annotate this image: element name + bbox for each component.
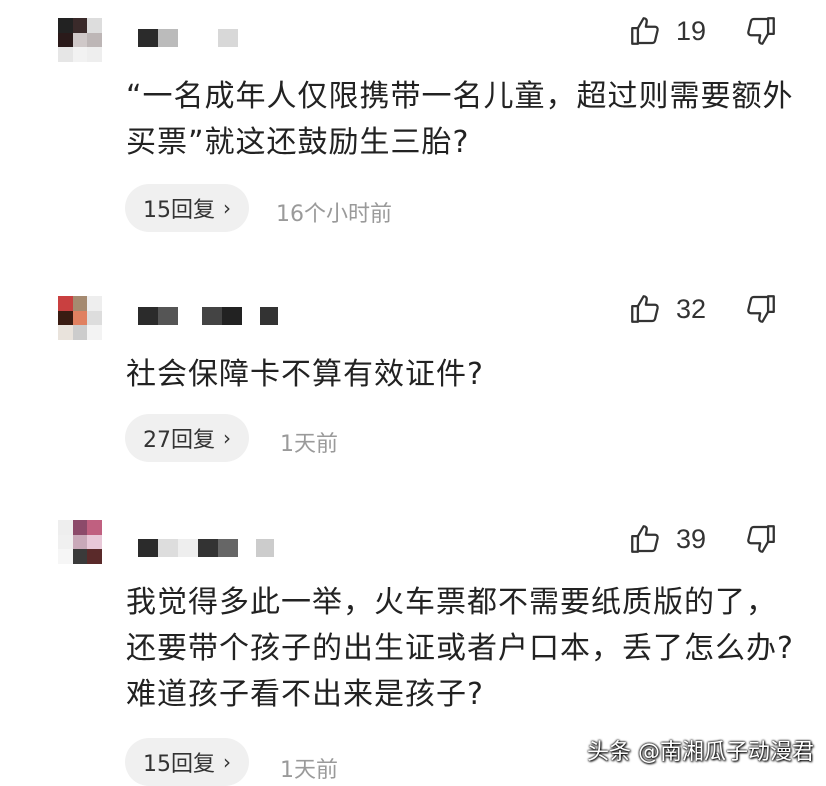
avatar[interactable] (58, 296, 102, 340)
like-count: 32 (675, 293, 706, 324)
chevron-right-icon: › (223, 750, 231, 774)
thumbs-up-icon (631, 295, 659, 323)
thumbs-down-icon (747, 17, 775, 45)
comment-time: 1天前 (280, 432, 338, 457)
thumbs-down-icon (747, 525, 775, 553)
thumbs-up-icon (631, 17, 659, 45)
username-redacted[interactable] (138, 528, 274, 568)
watermark: 头条 @南湘瓜子动漫君 (587, 740, 814, 765)
thumbs-down-icon (747, 295, 775, 323)
like-button[interactable]: 39 (628, 522, 706, 556)
chevron-right-icon: › (223, 196, 231, 220)
like-count: 19 (675, 15, 706, 46)
chevron-right-icon: › (223, 426, 231, 450)
avatar[interactable] (58, 18, 102, 62)
dislike-button[interactable] (744, 292, 778, 330)
reply-count: 15回复 (143, 752, 215, 777)
username-redacted[interactable] (138, 18, 238, 58)
comment-text: 我觉得多此一举，火车票都不需要纸质版的了，还要带个孩子的出生证或者户口本，丢了怎… (126, 585, 794, 712)
comment-text: “一名成年人仅限携带一名儿童，超过则需要额外买票”就这还鼓励生三胎? (126, 79, 794, 160)
reply-count: 27回复 (143, 428, 215, 453)
reply-button[interactable]: 27回复 › (125, 414, 249, 462)
like-button[interactable]: 32 (628, 292, 706, 326)
like-count: 39 (675, 523, 706, 554)
dislike-button[interactable] (744, 14, 778, 52)
dislike-button[interactable] (744, 522, 778, 560)
reply-button[interactable]: 15回复 › (125, 184, 249, 232)
reply-count: 15回复 (143, 198, 215, 223)
username-redacted[interactable] (138, 296, 278, 336)
like-button[interactable]: 19 (628, 14, 706, 48)
thumbs-up-icon (631, 525, 659, 553)
reply-button[interactable]: 15回复 › (125, 738, 249, 786)
avatar[interactable] (58, 520, 102, 564)
comment-text: 社会保障卡不算有效证件? (126, 357, 484, 392)
comment-time: 1天前 (280, 758, 338, 783)
comment-time: 16个小时前 (276, 202, 392, 227)
